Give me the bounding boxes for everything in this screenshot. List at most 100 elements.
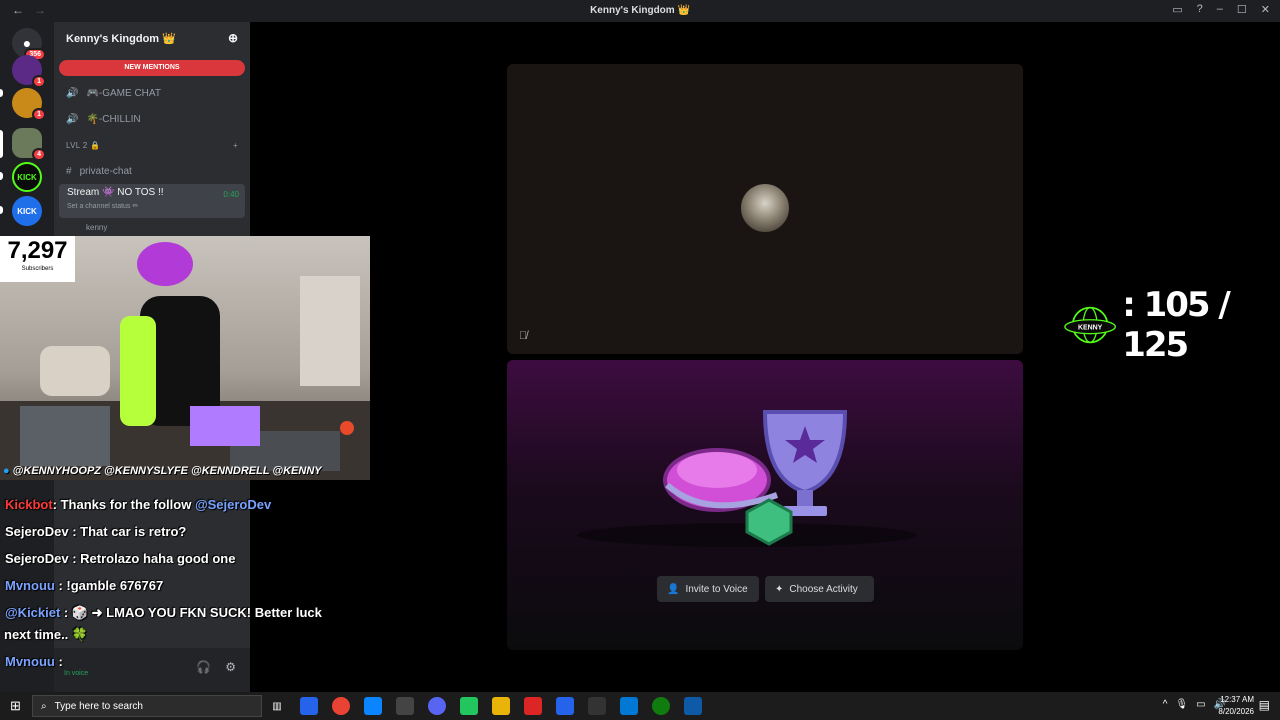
windows-taskbar: ⊞ ⌕ Type here to search ▥ ^ 🎙 ▭ 🔊 12:37 … [0, 692, 1280, 720]
new-mentions-banner[interactable]: NEW MENTIONS [59, 60, 245, 76]
activity-tile [507, 360, 1023, 650]
channel-name: Stream 👾 NO TOS !! [67, 187, 164, 198]
chat-user: SejeroDev [5, 551, 69, 566]
file-explorer-icon[interactable] [492, 697, 510, 715]
task-view-icon[interactable]: ▥ [268, 697, 286, 715]
chat-message: Kickbot: Thanks for the follow @SejeroDe… [5, 497, 271, 512]
chat-user: @Kickiet [5, 605, 61, 620]
chat-message: SejeroDev : Retrolazo haha good one [5, 551, 235, 566]
muted-mic-icon: 🎙̸ [519, 330, 528, 342]
speaker-icon: 🔊 [66, 87, 79, 99]
discord-icon[interactable] [428, 697, 446, 715]
close-icon[interactable]: ✕ [1261, 3, 1270, 16]
chat-text: : 🎲 ➜ LMAO YOU FKN SUCK! Better luck [60, 605, 322, 620]
system-tray: ^ 🎙 ▭ 🔊 [1163, 699, 1226, 710]
chat-message: @Kickiet : 🎲 ➜ LMAO YOU FKN SUCK! Better… [5, 605, 322, 621]
voice-user-name: kenny [86, 222, 108, 232]
store-icon[interactable] [364, 697, 382, 715]
headphones-icon[interactable]: 🎧 [196, 660, 211, 674]
channel-status[interactable]: Set a channel status ✏ [67, 202, 237, 210]
network-icon[interactable]: ▭ [1196, 699, 1205, 710]
choose-activity-button[interactable]: ✦ Choose Activity [765, 576, 874, 602]
chat-text: : [54, 654, 63, 669]
minimize-icon[interactable]: – [1217, 3, 1223, 16]
voice-channel-chillin[interactable]: 🔊 🌴-CHILLIN [54, 106, 250, 132]
app-icon-darkblue[interactable] [684, 697, 702, 715]
taskbar-search[interactable]: ⌕ Type here to search [32, 695, 262, 717]
activity-icon: ✦ [775, 583, 784, 595]
category-lvl2[interactable]: LVL 2 🔒 + [54, 132, 250, 158]
taskbar-clock[interactable]: 12:37 AM 8/20/2026 [1218, 694, 1254, 718]
selected-pill [0, 130, 3, 158]
windows-start-icon[interactable]: ⊞ [10, 698, 21, 714]
user-tools: 🎧 ⚙ [196, 660, 236, 674]
category-name: LVL 2 🔒 [66, 140, 101, 150]
pinned-apps: ▥ [268, 697, 702, 715]
server-icon-1[interactable]: 1 [12, 55, 46, 88]
obs-icon[interactable] [396, 697, 414, 715]
subscriber-counter: 7,297 Subscribers [0, 236, 75, 282]
goal-value: : 105 / 125 [1122, 285, 1231, 365]
chat-mention: @SejeroDev [194, 497, 272, 512]
kick-server-blue[interactable]: KICK [12, 196, 42, 226]
channel-name: private-chat [79, 165, 132, 177]
server-badge: 1 [32, 75, 46, 88]
chat-message-continued: next time.. 🍀 [4, 627, 88, 643]
xbox-icon[interactable] [652, 697, 670, 715]
settings-gear-icon[interactable]: ⚙ [225, 660, 236, 674]
invite-to-voice-button[interactable]: 👤 Invite to Voice [657, 576, 759, 602]
speaker-icon: 🔊 [66, 113, 79, 125]
clock-time: 12:37 AM [1220, 695, 1254, 704]
social-handles-bar: ● @KENNYHOOPZ @KENNYSLYFE @KENNDRELL @KE… [0, 461, 370, 481]
logo-text: KENNY [1078, 324, 1103, 331]
copilot-icon[interactable] [300, 697, 318, 715]
chat-text: : !gamble 676767 [54, 578, 164, 593]
kick-server-green[interactable]: KICK [12, 162, 42, 192]
unread-pill [0, 206, 3, 214]
app-icon-blue[interactable] [556, 697, 574, 715]
voice-timer: 0:40 [223, 190, 239, 199]
server-name: Kenny's Kingdom 👑 [66, 32, 176, 45]
maximize-icon[interactable]: ☐ [1237, 3, 1247, 16]
social-handles: @KENNYHOOPZ @KENNYSLYFE @KENNDRELL @KENN… [12, 465, 322, 477]
trophy-illustration [577, 410, 917, 547]
goal-counter: KENNY : 105 / 125 [1064, 285, 1280, 365]
search-placeholder: Type here to search [54, 700, 143, 712]
capcut-icon[interactable] [588, 697, 606, 715]
voice-channel-game-chat[interactable]: 🔊 🎮-GAME CHAT [54, 80, 250, 106]
voice-user-kenny[interactable]: kenny [54, 218, 250, 236]
voice-status: In voice [64, 670, 89, 677]
server-icon-3[interactable]: 4 [12, 128, 46, 161]
subscriber-count: 7,297 [7, 237, 68, 264]
mic-icon[interactable]: 🎙 [1175, 699, 1188, 710]
server-badge: 4 [32, 148, 46, 161]
notification-icon[interactable]: ▤ [1259, 698, 1270, 712]
text-channel-private-chat[interactable]: # private-chat [54, 158, 250, 184]
unread-pill [0, 89, 3, 97]
hash-icon: # [66, 165, 72, 177]
chevron-up-icon[interactable]: ^ [1163, 699, 1168, 710]
chat-message: Mvnouu : [5, 654, 63, 669]
add-member-icon[interactable]: ⊕ [228, 31, 238, 45]
chat-user: Mvnouu [5, 654, 55, 669]
channel-name: 🌴-CHILLIN [86, 113, 141, 125]
globe-logo-icon: KENNY [1064, 306, 1116, 344]
chat-message: SejeroDev : That car is retro? [5, 524, 186, 539]
title-bar: ← → Kenny's Kingdom 👑 ▭ ? – ☐ ✕ [0, 0, 1280, 22]
voicemeeter-icon[interactable] [524, 697, 542, 715]
chrome-icon[interactable] [332, 697, 350, 715]
social-icons: ● [3, 465, 10, 477]
help-icon[interactable]: ? [1197, 3, 1203, 16]
inbox-icon[interactable]: ▭ [1172, 3, 1182, 16]
invite-label: Invite to Voice [685, 583, 748, 595]
add-channel-icon[interactable]: + [233, 141, 238, 150]
voice-channel-stream[interactable]: Stream 👾 NO TOS !! Set a channel status … [59, 184, 245, 218]
chat-text: : Retrolazo haha good one [68, 551, 236, 566]
search-icon: ⌕ [41, 700, 47, 712]
app-icon-green[interactable] [460, 697, 478, 715]
window-title: Kenny's Kingdom 👑 [590, 5, 690, 16]
server-header[interactable]: Kenny's Kingdom 👑 ⊕ [54, 22, 250, 54]
direct-messages-button[interactable]: ● 356 [12, 28, 46, 61]
server-icon-2[interactable]: 1 [12, 88, 46, 121]
outlook-icon[interactable] [620, 697, 638, 715]
